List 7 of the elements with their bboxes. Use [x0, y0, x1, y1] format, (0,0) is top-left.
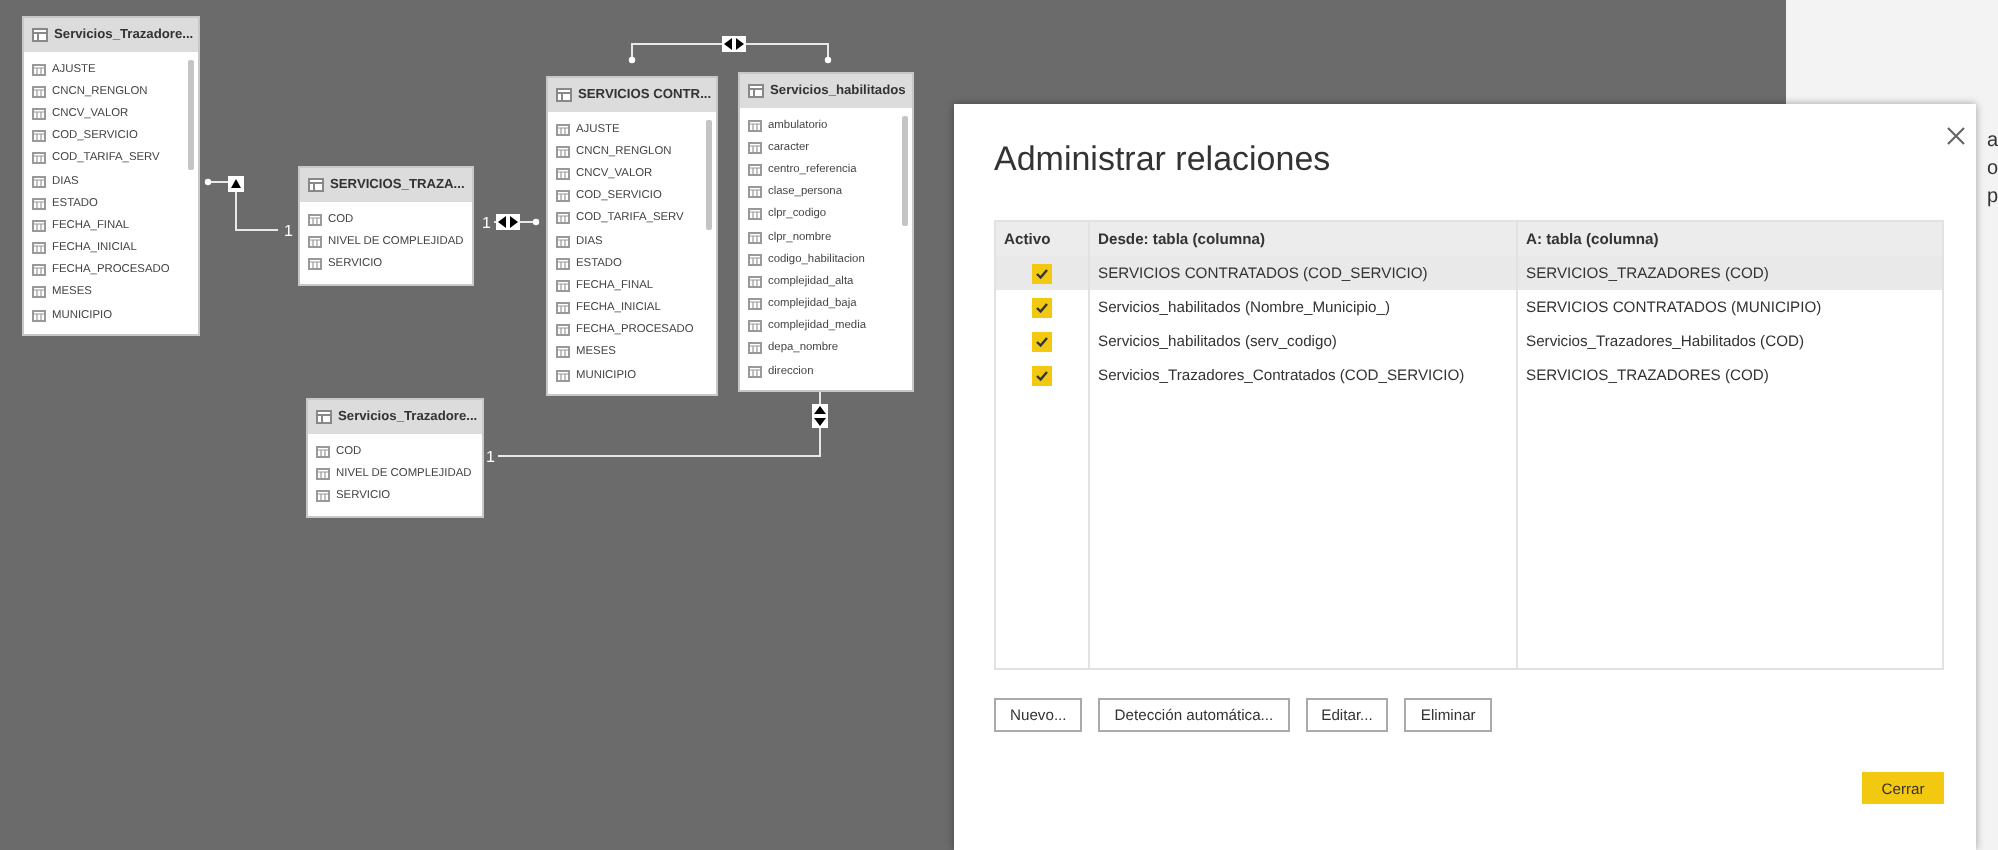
- panel-text: p: [1986, 184, 1998, 210]
- cardinality-label: 1: [284, 222, 293, 240]
- cardinality-label: 1: [486, 448, 495, 466]
- panel-text: o: [1986, 156, 1998, 182]
- dialog-title: Administrar relaciones: [994, 140, 1333, 182]
- cardinality-label: 1: [482, 214, 491, 232]
- panel-text: a: [1986, 128, 1998, 154]
